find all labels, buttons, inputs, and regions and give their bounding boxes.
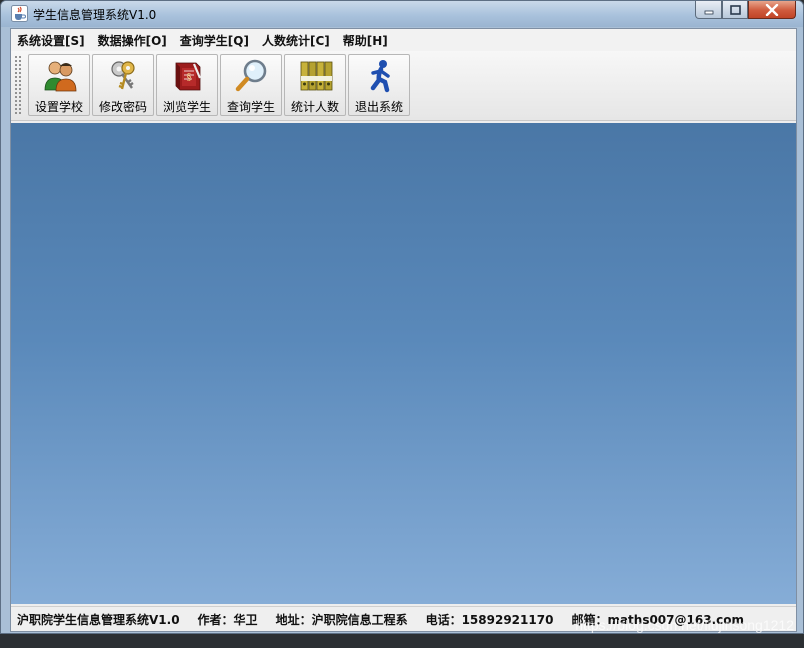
status-author: 作者：华卫: [197, 612, 258, 627]
browse-students-button[interactable]: § 浏览学生: [156, 54, 218, 116]
count-students-button[interactable]: 统计人数: [284, 54, 346, 116]
status-address: 地址：沪职院信息工程系: [275, 612, 408, 627]
toolbar: 设置学校 修改密码 § 浏览学生 查询学生 统计人数 退出系统: [11, 51, 796, 121]
desktop-bottom-strip: [0, 634, 804, 648]
book-icon: §: [175, 62, 202, 91]
desktop-pane[interactable]: [11, 123, 796, 604]
change-password-button[interactable]: 修改密码: [92, 54, 154, 116]
menu-data-operations[interactable]: 数据操作[O]: [98, 32, 167, 49]
menu-system-settings[interactable]: 系统设置[S]: [17, 32, 85, 49]
running-man-icon: [370, 60, 390, 93]
java-cup-icon: [11, 5, 28, 22]
svg-text:§: §: [187, 73, 192, 83]
app-window: 学生信息管理系统V1.0 系统设置[S] 数据操作[O] 查询学生[Q] 人数统…: [0, 0, 804, 634]
close-button[interactable]: [748, 1, 796, 19]
maximize-button[interactable]: [722, 1, 748, 19]
menu-query-students[interactable]: 查询学生[Q]: [180, 32, 249, 49]
toolbar-grip-handle[interactable]: [14, 55, 22, 115]
title-bar[interactable]: 学生信息管理系统V1.0: [1, 1, 803, 27]
minimize-icon: [704, 10, 713, 14]
magnifier-icon: [235, 59, 267, 92]
query-students-label: 查询学生: [226, 100, 275, 114]
minimize-button[interactable]: [695, 1, 722, 19]
query-students-button[interactable]: 查询学生: [220, 54, 282, 116]
keys-icon: [111, 61, 135, 90]
menu-help[interactable]: 帮助[H]: [343, 32, 388, 49]
browse-students-label: 浏览学生: [162, 100, 211, 114]
menu-statistics[interactable]: 人数统计[C]: [262, 32, 330, 49]
exit-system-label: 退出系统: [354, 100, 403, 114]
binders-icon: [300, 61, 333, 91]
window-title: 学生信息管理系统V1.0: [33, 8, 157, 22]
maximize-icon: [729, 4, 741, 15]
exit-system-button[interactable]: 退出系统: [348, 54, 410, 116]
set-school-button[interactable]: 设置学校: [28, 54, 90, 116]
close-icon: [765, 3, 779, 16]
menu-bar: 系统设置[S] 数据操作[O] 查询学生[Q] 人数统计[C] 帮助[H]: [11, 29, 796, 51]
set-school-label: 设置学校: [34, 100, 83, 114]
status-app-name: 沪职院学生信息管理系统V1.0: [17, 612, 180, 627]
count-students-label: 统计人数: [290, 100, 339, 114]
client-area: 系统设置[S] 数据操作[O] 查询学生[Q] 人数统计[C] 帮助[H] 设置…: [10, 28, 797, 632]
change-password-label: 修改密码: [98, 100, 147, 114]
watermark-text: https://blog.csdn.net/liujinsong1212: [575, 617, 794, 633]
status-phone: 电话：15892921170: [425, 612, 554, 627]
users-icon: [44, 61, 77, 92]
